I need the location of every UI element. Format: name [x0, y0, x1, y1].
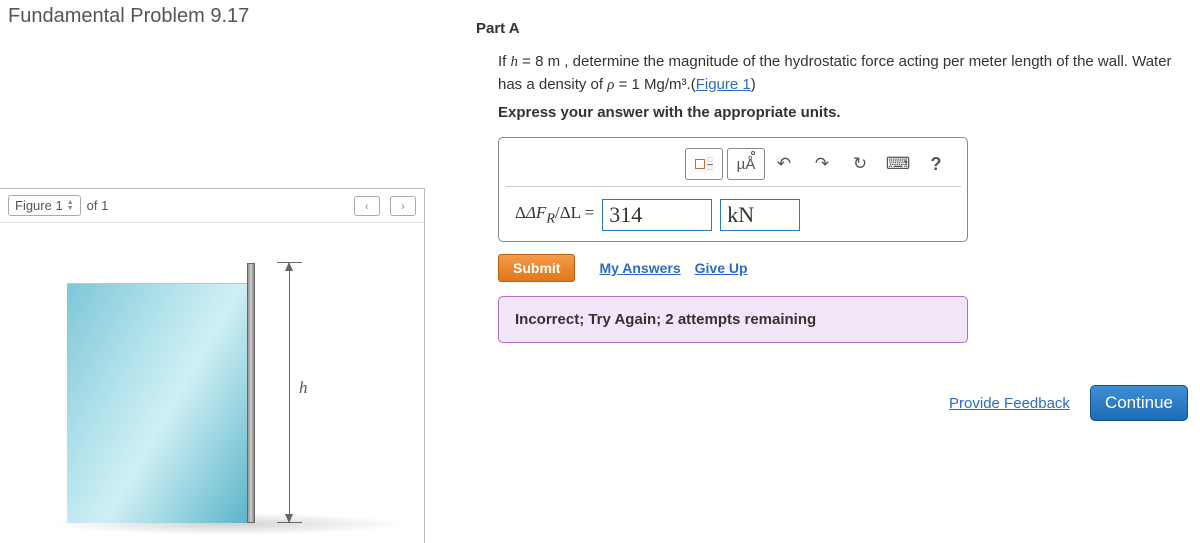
water-diagram: h	[67, 263, 357, 523]
figure-header: Figure 1 ▲▼ of 1 ‹ ›	[0, 189, 424, 223]
chevron-right-icon: ›	[401, 199, 405, 213]
chevron-left-icon: ‹	[365, 199, 369, 213]
ring-icon	[751, 151, 755, 155]
instruction-text: Express your answer with the appropriate…	[498, 104, 1194, 121]
square-icon	[695, 159, 705, 169]
units-button[interactable]: µÅ	[727, 148, 765, 180]
help-button[interactable]: ?	[917, 148, 955, 180]
problem-title: Fundamental Problem 9.17	[0, 0, 450, 33]
redo-icon: ↷	[815, 154, 829, 174]
answer-unit-input[interactable]	[720, 199, 800, 231]
keyboard-icon: ⌨	[886, 154, 911, 174]
redo-button[interactable]: ↷	[803, 148, 841, 180]
undo-button[interactable]: ↶	[765, 148, 803, 180]
answer-variable-label: ΔΔFR/ΔL =	[515, 203, 594, 227]
feedback-message: Incorrect; Try Again; 2 attempts remaini…	[498, 296, 968, 343]
figure-1-link[interactable]: Figure 1	[696, 76, 751, 93]
fraction-icon: □□	[707, 157, 713, 172]
give-up-link[interactable]: Give Up	[695, 260, 748, 276]
answer-row: ΔΔFR/ΔL =	[505, 199, 961, 231]
provide-feedback-link[interactable]: Provide Feedback	[949, 395, 1070, 412]
wall	[247, 263, 255, 523]
templates-button[interactable]: □□	[685, 148, 723, 180]
my-answers-link[interactable]: My Answers	[599, 260, 680, 276]
part-a-heading: Part A	[476, 20, 1194, 37]
answer-box: □□ µÅ ↶ ↷ ↻ ⌨ ?	[498, 137, 968, 242]
question-text: If h = 8 m , determine the magnitude of …	[498, 51, 1194, 96]
answer-toolbar: □□ µÅ ↶ ↷ ↻ ⌨ ?	[505, 144, 961, 187]
figure-body: h	[0, 223, 424, 543]
dimension-label-h: h	[299, 378, 308, 398]
figure-next-button[interactable]: ›	[390, 196, 416, 216]
figure-selector-label: Figure 1	[15, 198, 63, 213]
stepper-icon: ▲▼	[67, 200, 74, 212]
figure-prev-button[interactable]: ‹	[354, 196, 380, 216]
submit-button[interactable]: Submit	[498, 254, 575, 282]
water-region	[67, 283, 247, 523]
reset-button[interactable]: ↻	[841, 148, 879, 180]
figure-panel: Figure 1 ▲▼ of 1 ‹ ›	[0, 188, 425, 543]
continue-button[interactable]: Continue	[1090, 385, 1188, 421]
figure-count: of 1	[87, 198, 109, 213]
keyboard-button[interactable]: ⌨	[879, 148, 917, 180]
undo-icon: ↶	[777, 154, 791, 174]
reset-icon: ↻	[853, 154, 867, 174]
answer-value-input[interactable]	[602, 199, 712, 231]
figure-selector[interactable]: Figure 1 ▲▼	[8, 195, 81, 216]
